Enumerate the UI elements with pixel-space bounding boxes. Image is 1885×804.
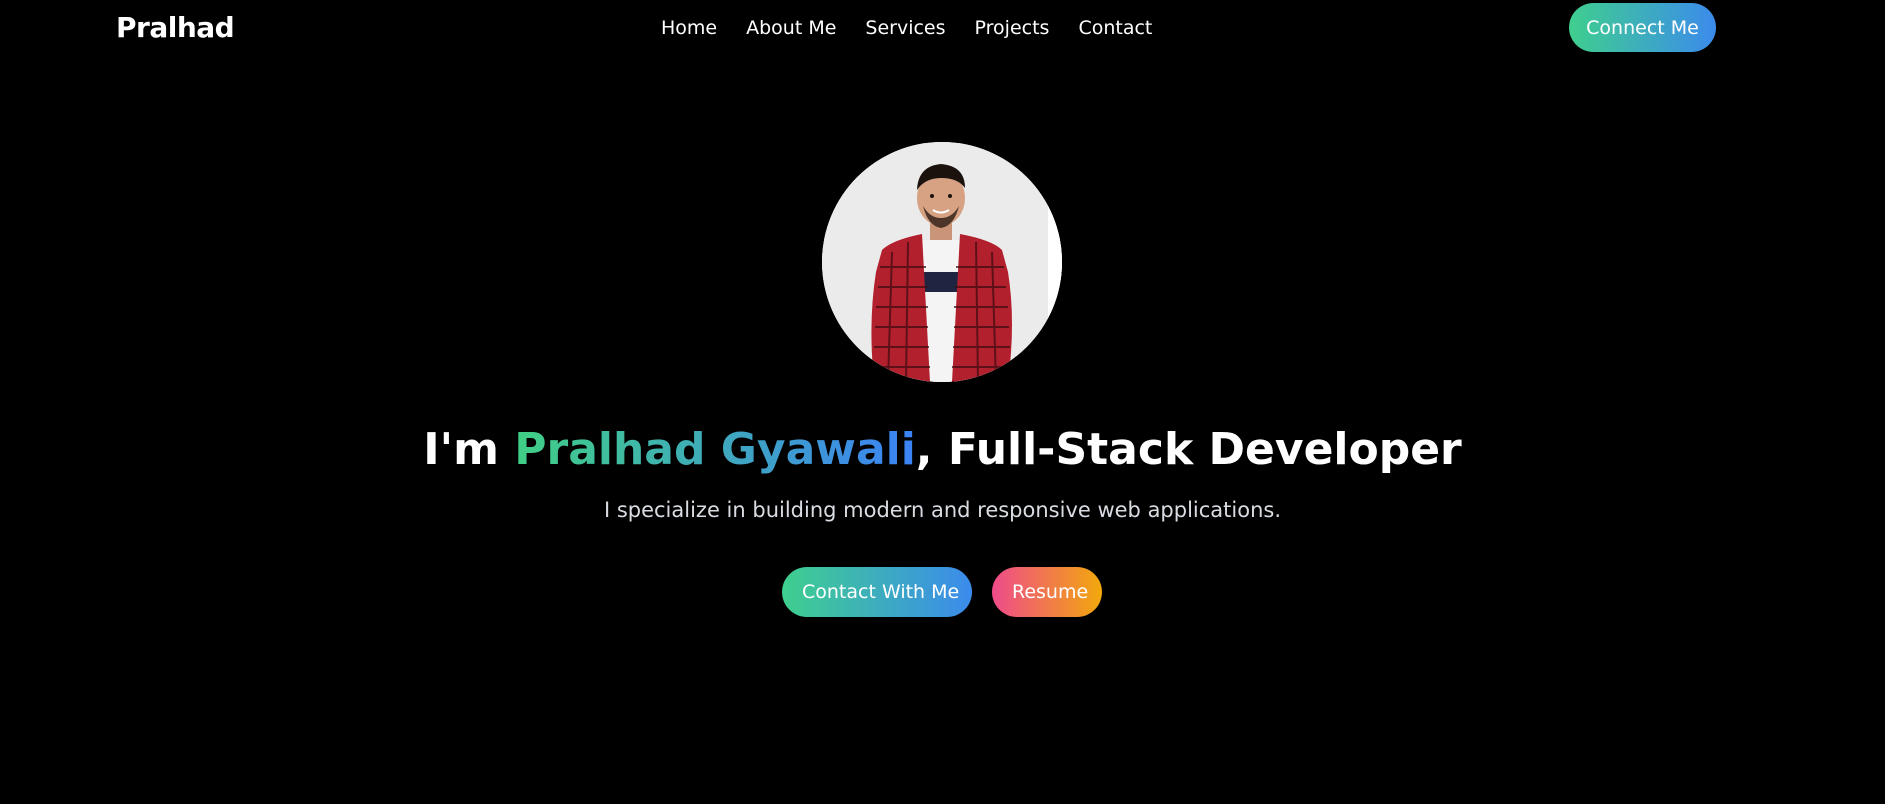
- profile-photo-illustration: [822, 142, 1062, 382]
- headline-suffix: , Full-Stack Developer: [915, 424, 1462, 475]
- connect-me-button[interactable]: Connect Me: [1569, 3, 1716, 52]
- nav-item: Contact: [1078, 14, 1181, 42]
- nav-link-contact[interactable]: Contact: [1078, 14, 1152, 42]
- nav-item: About Me: [746, 14, 865, 42]
- nav-item: Services: [865, 14, 974, 42]
- resume-button[interactable]: Resume: [992, 567, 1102, 617]
- nav-link-about-me[interactable]: About Me: [746, 14, 836, 42]
- navbar: Pralhad Home About Me Services Projects …: [0, 0, 1885, 56]
- nav-links: Home About Me Services Projects Contact: [661, 14, 1181, 42]
- profile-avatar: [822, 142, 1062, 382]
- headline-name: Pralhad Gyawali: [514, 424, 916, 475]
- nav-item: Projects: [975, 14, 1079, 42]
- hero-subtitle: I specialize in building modern and resp…: [603, 498, 1282, 522]
- hero-actions: Contact With Me Resume: [782, 567, 1102, 617]
- headline-prefix: I'm: [423, 424, 515, 475]
- nav-link-projects[interactable]: Projects: [975, 14, 1050, 42]
- nav-link-home[interactable]: Home: [661, 14, 717, 42]
- brand-logo[interactable]: Pralhad: [116, 8, 235, 48]
- portfolio-page: Pralhad Home About Me Services Projects …: [0, 0, 1885, 804]
- contact-with-me-button[interactable]: Contact With Me: [782, 567, 972, 617]
- nav-link-services[interactable]: Services: [865, 14, 945, 42]
- nav-item: Home: [661, 14, 746, 42]
- hero-headline: I'm Pralhad Gyawali, Full-Stack Develope…: [0, 418, 1885, 482]
